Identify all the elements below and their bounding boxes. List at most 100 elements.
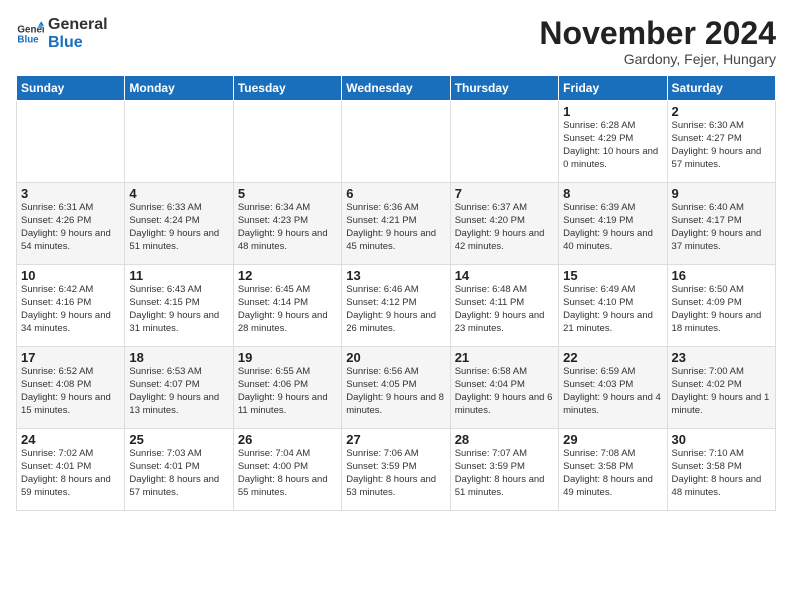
calendar-cell: 16 Sunrise: 6:50 AMSunset: 4:09 PMDaylig… (667, 265, 775, 347)
day-number: 19 (238, 350, 337, 365)
day-detail: Sunrise: 6:37 AMSunset: 4:20 PMDaylight:… (455, 202, 554, 253)
day-detail: Sunrise: 6:55 AMSunset: 4:06 PMDaylight:… (238, 366, 337, 417)
day-detail: Sunrise: 6:30 AMSunset: 4:27 PMDaylight:… (672, 120, 771, 171)
day-detail: Sunrise: 6:28 AMSunset: 4:29 PMDaylight:… (563, 120, 662, 171)
calendar-cell: 7 Sunrise: 6:37 AMSunset: 4:20 PMDayligh… (450, 183, 558, 265)
day-detail: Sunrise: 6:33 AMSunset: 4:24 PMDaylight:… (129, 202, 228, 253)
day-number: 4 (129, 186, 228, 201)
calendar-cell: 19 Sunrise: 6:55 AMSunset: 4:06 PMDaylig… (233, 347, 341, 429)
day-number: 8 (563, 186, 662, 201)
day-number: 18 (129, 350, 228, 365)
day-number: 26 (238, 432, 337, 447)
header-tuesday: Tuesday (233, 76, 341, 101)
calendar-cell (125, 101, 233, 183)
day-number: 6 (346, 186, 445, 201)
day-number: 10 (21, 268, 120, 283)
page-header: General Blue General Blue November 2024 … (16, 16, 776, 67)
calendar-cell: 28 Sunrise: 7:07 AMSunset: 3:59 PMDaylig… (450, 429, 558, 511)
day-detail: Sunrise: 6:36 AMSunset: 4:21 PMDaylight:… (346, 202, 445, 253)
logo-icon: General Blue (16, 20, 44, 48)
day-number: 9 (672, 186, 771, 201)
day-detail: Sunrise: 6:58 AMSunset: 4:04 PMDaylight:… (455, 366, 554, 417)
day-detail: Sunrise: 6:48 AMSunset: 4:11 PMDaylight:… (455, 284, 554, 335)
calendar-cell: 26 Sunrise: 7:04 AMSunset: 4:00 PMDaylig… (233, 429, 341, 511)
svg-text:Blue: Blue (17, 34, 39, 45)
logo-general: General (48, 16, 108, 34)
day-number: 30 (672, 432, 771, 447)
header-friday: Friday (559, 76, 667, 101)
calendar-cell: 6 Sunrise: 6:36 AMSunset: 4:21 PMDayligh… (342, 183, 450, 265)
day-number: 25 (129, 432, 228, 447)
logo: General Blue General Blue (16, 16, 108, 51)
calendar-cell: 10 Sunrise: 6:42 AMSunset: 4:16 PMDaylig… (17, 265, 125, 347)
calendar-cell: 23 Sunrise: 7:00 AMSunset: 4:02 PMDaylig… (667, 347, 775, 429)
header-sunday: Sunday (17, 76, 125, 101)
calendar-cell: 25 Sunrise: 7:03 AMSunset: 4:01 PMDaylig… (125, 429, 233, 511)
day-detail: Sunrise: 6:52 AMSunset: 4:08 PMDaylight:… (21, 366, 120, 417)
calendar-cell: 14 Sunrise: 6:48 AMSunset: 4:11 PMDaylig… (450, 265, 558, 347)
calendar-cell (17, 101, 125, 183)
calendar-cell: 27 Sunrise: 7:06 AMSunset: 3:59 PMDaylig… (342, 429, 450, 511)
day-number: 22 (563, 350, 662, 365)
day-number: 12 (238, 268, 337, 283)
day-detail: Sunrise: 7:08 AMSunset: 3:58 PMDaylight:… (563, 448, 662, 499)
calendar-week-3: 10 Sunrise: 6:42 AMSunset: 4:16 PMDaylig… (17, 265, 776, 347)
calendar-week-1: 1 Sunrise: 6:28 AMSunset: 4:29 PMDayligh… (17, 101, 776, 183)
header-saturday: Saturday (667, 76, 775, 101)
day-detail: Sunrise: 7:00 AMSunset: 4:02 PMDaylight:… (672, 366, 771, 417)
calendar-cell: 8 Sunrise: 6:39 AMSunset: 4:19 PMDayligh… (559, 183, 667, 265)
day-number: 14 (455, 268, 554, 283)
day-detail: Sunrise: 6:53 AMSunset: 4:07 PMDaylight:… (129, 366, 228, 417)
calendar-cell: 2 Sunrise: 6:30 AMSunset: 4:27 PMDayligh… (667, 101, 775, 183)
day-detail: Sunrise: 6:45 AMSunset: 4:14 PMDaylight:… (238, 284, 337, 335)
day-detail: Sunrise: 6:40 AMSunset: 4:17 PMDaylight:… (672, 202, 771, 253)
day-number: 11 (129, 268, 228, 283)
day-number: 20 (346, 350, 445, 365)
day-number: 13 (346, 268, 445, 283)
header-monday: Monday (125, 76, 233, 101)
day-detail: Sunrise: 6:46 AMSunset: 4:12 PMDaylight:… (346, 284, 445, 335)
calendar-cell: 29 Sunrise: 7:08 AMSunset: 3:58 PMDaylig… (559, 429, 667, 511)
day-detail: Sunrise: 6:39 AMSunset: 4:19 PMDaylight:… (563, 202, 662, 253)
calendar-cell: 15 Sunrise: 6:49 AMSunset: 4:10 PMDaylig… (559, 265, 667, 347)
calendar-cell: 5 Sunrise: 6:34 AMSunset: 4:23 PMDayligh… (233, 183, 341, 265)
calendar-table: Sunday Monday Tuesday Wednesday Thursday… (16, 75, 776, 511)
calendar-cell (233, 101, 341, 183)
calendar-cell: 30 Sunrise: 7:10 AMSunset: 3:58 PMDaylig… (667, 429, 775, 511)
day-detail: Sunrise: 6:42 AMSunset: 4:16 PMDaylight:… (21, 284, 120, 335)
calendar-week-2: 3 Sunrise: 6:31 AMSunset: 4:26 PMDayligh… (17, 183, 776, 265)
calendar-cell (342, 101, 450, 183)
day-detail: Sunrise: 7:03 AMSunset: 4:01 PMDaylight:… (129, 448, 228, 499)
day-detail: Sunrise: 6:49 AMSunset: 4:10 PMDaylight:… (563, 284, 662, 335)
day-number: 7 (455, 186, 554, 201)
day-number: 17 (21, 350, 120, 365)
day-detail: Sunrise: 6:43 AMSunset: 4:15 PMDaylight:… (129, 284, 228, 335)
calendar-week-5: 24 Sunrise: 7:02 AMSunset: 4:01 PMDaylig… (17, 429, 776, 511)
calendar-cell: 11 Sunrise: 6:43 AMSunset: 4:15 PMDaylig… (125, 265, 233, 347)
day-number: 15 (563, 268, 662, 283)
header-wednesday: Wednesday (342, 76, 450, 101)
calendar-cell: 3 Sunrise: 6:31 AMSunset: 4:26 PMDayligh… (17, 183, 125, 265)
day-detail: Sunrise: 7:04 AMSunset: 4:00 PMDaylight:… (238, 448, 337, 499)
day-detail: Sunrise: 6:31 AMSunset: 4:26 PMDaylight:… (21, 202, 120, 253)
calendar-cell: 18 Sunrise: 6:53 AMSunset: 4:07 PMDaylig… (125, 347, 233, 429)
day-number: 28 (455, 432, 554, 447)
day-detail: Sunrise: 6:34 AMSunset: 4:23 PMDaylight:… (238, 202, 337, 253)
day-detail: Sunrise: 7:06 AMSunset: 3:59 PMDaylight:… (346, 448, 445, 499)
header-thursday: Thursday (450, 76, 558, 101)
day-number: 24 (21, 432, 120, 447)
day-detail: Sunrise: 6:59 AMSunset: 4:03 PMDaylight:… (563, 366, 662, 417)
day-detail: Sunrise: 6:56 AMSunset: 4:05 PMDaylight:… (346, 366, 445, 417)
logo-blue: Blue (48, 34, 108, 52)
day-detail: Sunrise: 6:50 AMSunset: 4:09 PMDaylight:… (672, 284, 771, 335)
day-detail: Sunrise: 7:10 AMSunset: 3:58 PMDaylight:… (672, 448, 771, 499)
calendar-cell: 4 Sunrise: 6:33 AMSunset: 4:24 PMDayligh… (125, 183, 233, 265)
day-number: 23 (672, 350, 771, 365)
day-number: 21 (455, 350, 554, 365)
calendar-cell: 22 Sunrise: 6:59 AMSunset: 4:03 PMDaylig… (559, 347, 667, 429)
calendar-cell: 12 Sunrise: 6:45 AMSunset: 4:14 PMDaylig… (233, 265, 341, 347)
day-number: 29 (563, 432, 662, 447)
calendar-cell: 20 Sunrise: 6:56 AMSunset: 4:05 PMDaylig… (342, 347, 450, 429)
calendar-cell (450, 101, 558, 183)
calendar-cell: 9 Sunrise: 6:40 AMSunset: 4:17 PMDayligh… (667, 183, 775, 265)
